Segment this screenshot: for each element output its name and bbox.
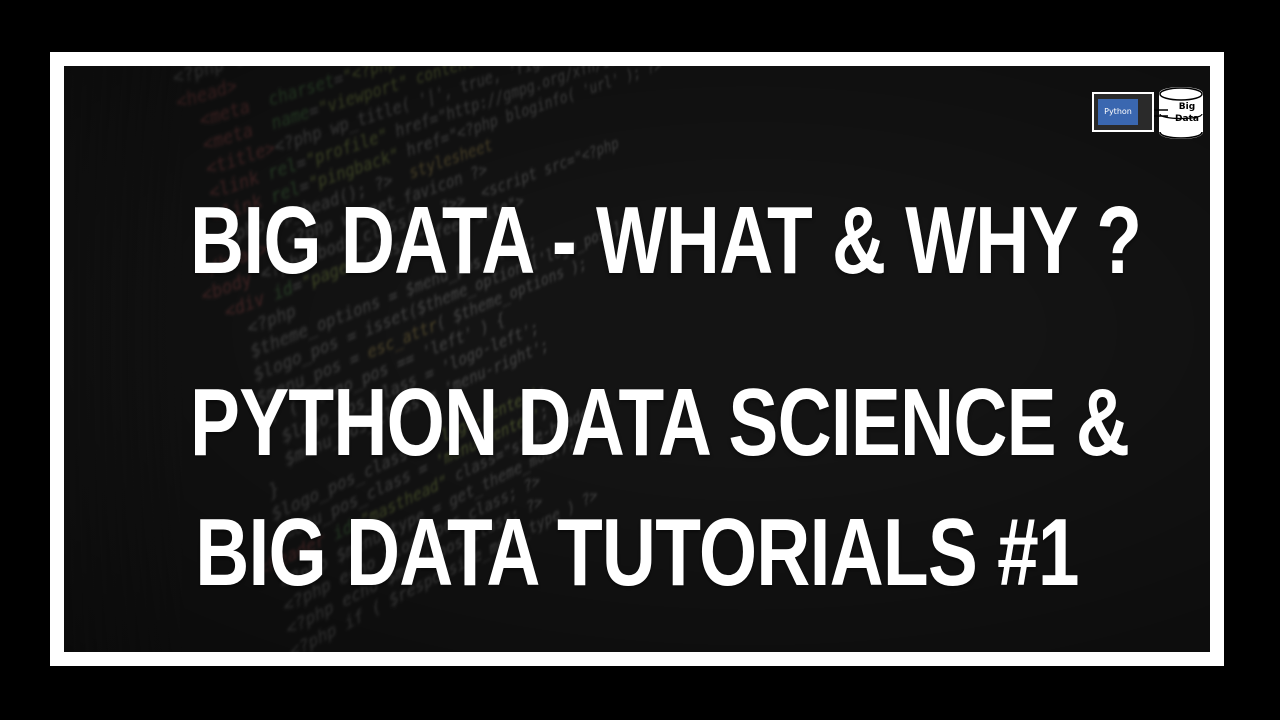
logo-python-label: Python — [1098, 99, 1138, 125]
white-frame: <!DOCTYPE html> class="h" <!--> <?>> <ht… — [50, 52, 1224, 666]
logo-data-label: Data — [1170, 114, 1204, 124]
title-line-2: PYTHON DATA SCIENCE & — [190, 368, 1084, 478]
thumbnail: <!DOCTYPE html> class="h" <!--> <?>> <ht… — [0, 0, 1280, 720]
logo-screen: Python — [1092, 92, 1154, 132]
database-icon — [1154, 84, 1206, 142]
python-big-data-logo: Python Big Data — [1092, 80, 1208, 144]
logo-big-label: Big — [1170, 102, 1204, 112]
title-line-1: BIG DATA - WHAT & WHY ? — [190, 186, 1084, 296]
title-line-3: BIG DATA TUTORIALS #1 — [190, 498, 1084, 608]
